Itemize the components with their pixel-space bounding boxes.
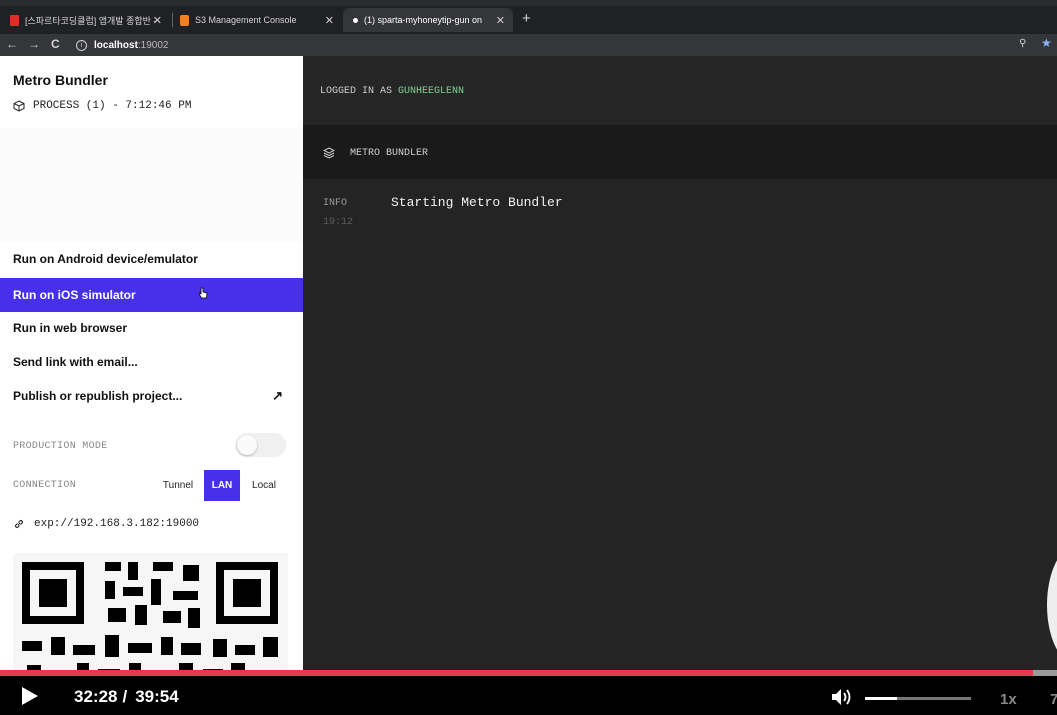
logged-in-status: LOGGED IN AS GUNHEEGLENN bbox=[320, 86, 464, 97]
toggle-knob bbox=[237, 435, 257, 455]
time-separator: / bbox=[122, 687, 128, 706]
account-header: LOGGED IN AS GUNHEEGLENN bbox=[303, 56, 1057, 125]
menu-label: Run on iOS simulator bbox=[13, 288, 136, 302]
dev-tools-sidebar: Metro Bundler PROCESS (1) - 7:12:46 PM R… bbox=[0, 56, 303, 670]
log-time: 19:12 bbox=[323, 217, 354, 228]
menu-send-link[interactable]: Send link with email... bbox=[0, 345, 303, 379]
info-icon[interactable]: i bbox=[76, 39, 87, 51]
cube-icon bbox=[13, 100, 25, 112]
menu-publish[interactable]: Publish or republish project... ↗ bbox=[0, 379, 303, 413]
menu-run-ios[interactable]: Run on iOS simulator bbox=[0, 278, 303, 312]
metro-section-title: METRO BUNDLER bbox=[323, 147, 428, 159]
log-message: Starting Metro Bundler bbox=[391, 195, 563, 210]
playback-speed-button[interactable]: 1x bbox=[1000, 691, 1017, 708]
expo-url-text: exp://192.168.3.182:19000 bbox=[34, 518, 200, 530]
menu-label: Run in web browser bbox=[13, 321, 128, 335]
browser-tab-3-active[interactable]: (1) sparta-myhoneytip-gun on ✕ bbox=[343, 8, 513, 32]
production-mode-toggle[interactable] bbox=[235, 433, 286, 457]
tab-title: S3 Management Console bbox=[195, 15, 297, 25]
section-title-text: METRO BUNDLER bbox=[350, 147, 429, 159]
bookmark-star-icon[interactable]: ★ bbox=[1041, 36, 1052, 50]
connection-tunnel[interactable]: Tunnel bbox=[156, 470, 200, 501]
process-status: PROCESS (1) - 7:12:46 PM bbox=[13, 100, 191, 112]
production-mode-label: PRODUCTION MODE bbox=[13, 441, 108, 452]
forward-arrow-icon[interactable]: → bbox=[28, 37, 40, 51]
close-icon[interactable]: ✕ bbox=[153, 14, 162, 27]
tab-title: [스파르타코딩클럽] 앱개발 종합반 - bbox=[25, 15, 157, 26]
truncated-control: 7 bbox=[1050, 691, 1057, 708]
current-time: 32:28 bbox=[74, 687, 118, 706]
new-tab-button[interactable]: + bbox=[522, 10, 531, 27]
tab-title: (1) sparta-myhoneytip-gun on bbox=[364, 15, 483, 25]
menu-label: Send link with email... bbox=[13, 355, 138, 369]
expo-url[interactable]: exp://192.168.3.182:19000 bbox=[13, 518, 199, 530]
log-panel: LOGGED IN AS GUNHEEGLENN METRO BUNDLER I… bbox=[303, 56, 1057, 670]
record-dot-icon bbox=[353, 17, 358, 23]
log-level: INFO bbox=[323, 198, 348, 209]
hand-cursor-icon bbox=[198, 287, 208, 299]
duration: 39:54 bbox=[135, 687, 179, 706]
menu-run-web[interactable]: Run in web browser bbox=[0, 311, 303, 345]
logged-in-prefix: LOGGED IN AS bbox=[320, 86, 393, 97]
menu-run-android[interactable]: Run on Android device/emulator bbox=[0, 242, 303, 276]
zoom-icon[interactable]: ⚲ bbox=[1019, 38, 1026, 49]
tabbar-top-strip bbox=[0, 0, 1057, 6]
menu-label: Run on Android device/emulator bbox=[13, 252, 198, 266]
bookmark-icon bbox=[10, 14, 19, 26]
link-icon bbox=[14, 519, 24, 529]
close-icon[interactable]: ✕ bbox=[496, 14, 505, 27]
address-bar-row: ← → C i localhost:19002 bbox=[0, 34, 1057, 56]
reload-icon[interactable]: C bbox=[51, 37, 60, 51]
metro-bundler-header[interactable]: METRO BUNDLER bbox=[303, 125, 1057, 179]
back-arrow-icon[interactable]: ← bbox=[6, 37, 18, 51]
browser-tab-2[interactable]: S3 Management Console ✕ bbox=[170, 8, 342, 32]
menu-label: Publish or republish project... bbox=[13, 389, 183, 403]
aws-cube-icon bbox=[180, 14, 189, 26]
process-text: PROCESS (1) - 7:12:46 PM bbox=[33, 100, 192, 112]
connection-label: CONNECTION bbox=[13, 480, 77, 491]
qr-code bbox=[13, 553, 288, 670]
browser-tab-1[interactable]: [스파르타코딩클럽] 앱개발 종합반 - ✕ bbox=[0, 8, 170, 32]
video-time: 32:28/ 39:54 bbox=[74, 687, 179, 707]
close-icon[interactable]: ✕ bbox=[325, 14, 334, 27]
url-port: :19002 bbox=[137, 39, 169, 51]
username: GUNHEEGLENN bbox=[398, 86, 465, 97]
qr-code-image bbox=[22, 562, 278, 670]
external-arrow-icon: ↗ bbox=[272, 388, 283, 403]
url-host: localhost bbox=[94, 39, 138, 51]
volume-level bbox=[865, 697, 897, 700]
connection-local[interactable]: Local bbox=[244, 470, 284, 501]
play-icon[interactable] bbox=[22, 687, 38, 705]
browser-tab-bar: [스파르타코딩클럽] 앱개발 종합반 - ✕ S3 Management Con… bbox=[0, 0, 1057, 34]
connection-lan[interactable]: LAN bbox=[204, 470, 240, 501]
url-field[interactable]: i localhost:19002 bbox=[76, 36, 1056, 54]
panel-title: Metro Bundler bbox=[13, 72, 108, 88]
volume-icon[interactable] bbox=[831, 688, 853, 706]
process-list-area bbox=[0, 128, 303, 241]
video-controls: 32:28/ 39:54 1x 7 bbox=[0, 676, 1057, 715]
layers-icon bbox=[323, 147, 335, 159]
